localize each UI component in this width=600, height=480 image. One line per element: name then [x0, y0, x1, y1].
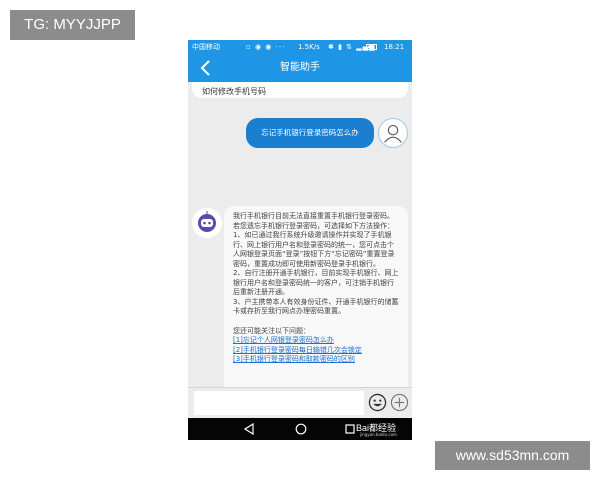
android-nav-bar: Bai都经验 jingyan.baidu.com — [188, 418, 412, 440]
recent-square-icon[interactable] — [345, 424, 355, 434]
bot-reply-bubble: 我行手机银行目前无法直接重置手机银行登录密码。若您遗忘手机银行登录密码，可选择如… — [224, 206, 408, 387]
chat-area[interactable]: 如何修改手机号码 忘记手机银行登录密码怎么办 我行手机银行目前无法直接重置手机银… — [188, 82, 412, 387]
message-input[interactable] — [194, 391, 364, 415]
carrier-label: 中国移动 — [192, 43, 220, 51]
previous-bot-text: 如何修改手机号码 — [202, 87, 266, 96]
phone-screen: 中国移动 ▫ ◉ ◉ ··· 1.5K/s ✱ ▮ ⇅ ▂▄▆ 18:21 智能… — [188, 40, 412, 440]
bot-avatar-icon — [192, 208, 222, 238]
battery-icon — [366, 44, 377, 50]
watermark-bottom-right: www.sd53mn.com — [435, 441, 590, 470]
smiley-icon[interactable] — [368, 393, 387, 412]
plus-icon[interactable] — [390, 393, 409, 412]
status-bar: 中国移动 ▫ ◉ ◉ ··· 1.5K/s ✱ ▮ ⇅ ▂▄▆ 18:21 — [188, 40, 412, 54]
related-questions-title: 您还可能关注以下问题： — [233, 326, 310, 335]
watermark-top-left: TG: MYYJJPP — [10, 10, 135, 40]
related-link[interactable]: [1]忘记个人网银登录密码怎么办 — [233, 336, 399, 346]
status-time: 18:21 — [384, 43, 405, 51]
bot-reply-text: 我行手机银行目前无法直接重置手机银行登录密码。若您遗忘手机银行登录密码，可选择如… — [233, 212, 399, 365]
previous-bot-bubble: 如何修改手机号码 — [192, 82, 408, 98]
reply-paragraph: 2、自行注册开通手机银行，目前实现手机银行、网上银行用户名和登录密码统一的客户，… — [233, 269, 399, 296]
chevron-left-icon[interactable] — [196, 58, 216, 78]
message-input-bar — [188, 387, 412, 418]
app-header: 智能助手 — [188, 54, 412, 82]
related-link[interactable]: [2]手机银行登录密码每日输错几次会锁定 — [233, 346, 399, 356]
user-avatar-icon — [378, 118, 408, 148]
notification-icons: ▫ ◉ ◉ ··· — [246, 43, 286, 51]
user-message-bubble: 忘记手机银行登录密码怎么办 — [246, 118, 374, 148]
reply-paragraph: 3、户主携带本人有效身份证件、开通手机银行的储蓄卡或存折至我行网点办理密码重置。 — [233, 297, 399, 316]
home-circle-icon[interactable] — [295, 423, 307, 435]
related-link[interactable]: [3]手机银行登录密码和取款密码的区别 — [233, 355, 399, 365]
reply-paragraph: 1、如已通过我行系统升级邀请操作并实现了手机银行、网上银行用户名和登录密码的统一… — [233, 231, 395, 268]
network-speed: 1.5K/s — [298, 43, 320, 51]
reply-paragraph: 我行手机银行目前无法直接重置手机银行登录密码。若您遗忘手机银行登录密码，可选择如… — [233, 212, 394, 230]
baidu-url: jingyan.baidu.com — [360, 432, 397, 437]
page-title: 智能助手 — [280, 62, 320, 73]
back-triangle-icon[interactable] — [243, 423, 255, 435]
